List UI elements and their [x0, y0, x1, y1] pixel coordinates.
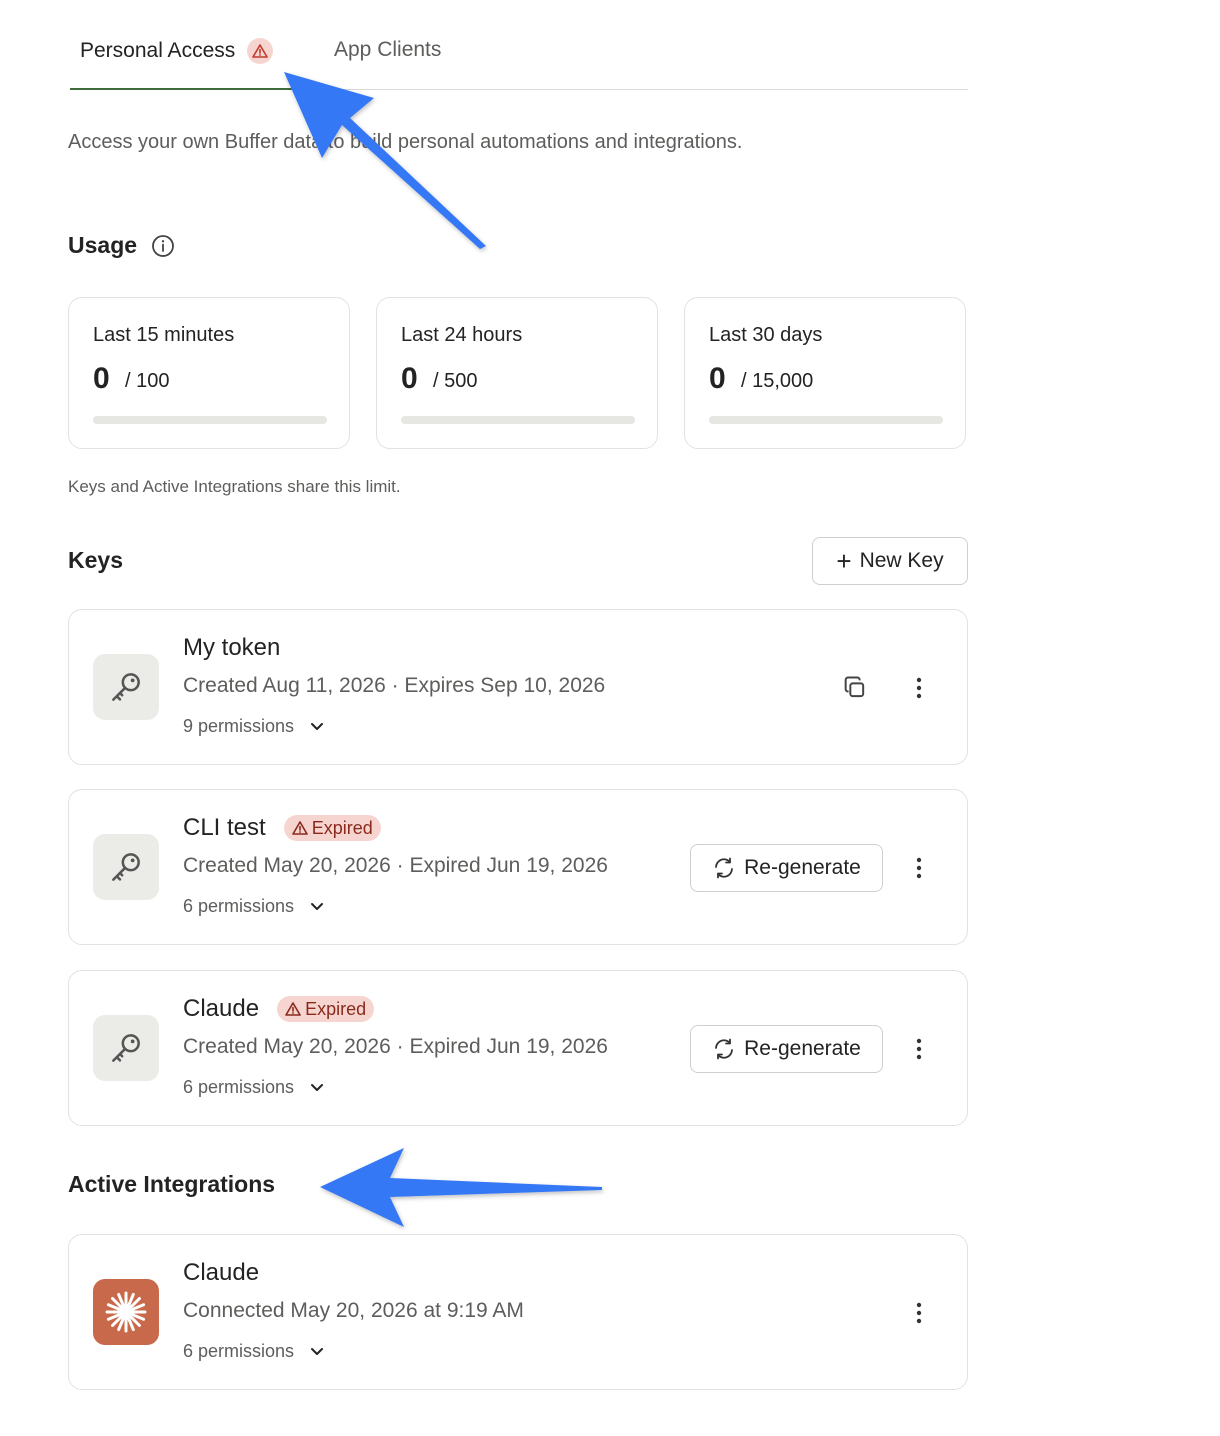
integration-name: Claude [183, 1259, 260, 1286]
usage-card-24h: Last 24 hours 0 / 500 [376, 297, 658, 449]
regenerate-label: Re-generate [744, 856, 861, 879]
annotation-arrow-left [320, 1148, 602, 1227]
expired-badge: Expired [283, 815, 381, 841]
usage-heading: Usage [68, 232, 175, 259]
plus-icon: + [836, 546, 852, 576]
usage-card-15min: Last 15 minutes 0 / 100 [68, 297, 350, 449]
chevron-down-icon [310, 1347, 324, 1357]
usage-limit: / 500 [433, 370, 478, 392]
more-options-icon[interactable] [905, 854, 933, 882]
permissions-toggle[interactable]: 6 permissions [183, 1077, 324, 1098]
expired-badge: Expired [277, 996, 375, 1022]
usage-used: 0 [709, 362, 726, 395]
key-name: CLI test [183, 814, 266, 841]
permissions-toggle[interactable]: 6 permissions [183, 1341, 324, 1362]
key-dates: Created Aug 11, 2026 · Expires Sep 10, 2… [183, 674, 606, 697]
warning-triangle-icon [291, 821, 308, 835]
usage-limit: / 100 [125, 370, 170, 392]
key-icon [93, 834, 159, 900]
key-icon [93, 654, 159, 720]
usage-limit: / 15,000 [741, 370, 814, 392]
usage-label: Last 24 hours [401, 324, 523, 346]
chevron-down-icon [310, 902, 324, 912]
usage-progress-bar [709, 416, 943, 424]
regenerate-button[interactable]: Re-generate [690, 1025, 883, 1073]
regenerate-label: Re-generate [744, 1037, 861, 1060]
usage-title: Usage [68, 232, 138, 258]
tab-bar: Personal Access App Clients [70, 0, 968, 90]
key-name: Claude [183, 995, 260, 1022]
integration-connected-date: Connected May 20, 2026 at 9:19 AM [183, 1299, 524, 1322]
key-name-row: CLI test Expired [183, 814, 381, 842]
more-options-icon[interactable] [905, 1035, 933, 1063]
new-key-button[interactable]: + New Key [812, 537, 968, 585]
usage-note: Keys and Active Integrations share this … [68, 477, 401, 496]
warning-triangle-icon [247, 38, 274, 64]
active-integrations-title: Active Integrations [68, 1171, 276, 1197]
key-card-cli-test: CLI test Expired Created May 20, 2026 · … [68, 789, 968, 945]
permissions-count: 6 permissions [183, 1341, 295, 1361]
permissions-count: 9 permissions [183, 716, 295, 736]
info-icon[interactable] [151, 234, 175, 258]
integration-card-claude: Claude Connected May 20, 2026 at 9:19 AM… [68, 1234, 968, 1390]
usage-progress-bar [93, 416, 327, 424]
tab-label: Personal Access [80, 39, 236, 62]
keys-title: Keys [68, 547, 123, 573]
tab-label: App Clients [334, 38, 442, 61]
regenerate-button[interactable]: Re-generate [690, 844, 883, 892]
warning-triangle-icon [285, 1002, 301, 1016]
page-description: Access your own Buffer data to build per… [68, 131, 743, 153]
more-options-icon[interactable] [905, 1299, 933, 1327]
permissions-count: 6 permissions [183, 896, 295, 916]
usage-label: Last 30 days [709, 324, 823, 346]
claude-logo-icon [93, 1279, 159, 1345]
usage-used: 0 [93, 362, 110, 395]
refresh-icon [715, 1038, 734, 1060]
refresh-icon [715, 857, 734, 879]
annotation-arrow-up [284, 72, 486, 249]
chevron-down-icon [310, 722, 324, 732]
badge-label: Expired [311, 817, 373, 838]
key-card-my-token: My token Created Aug 11, 2026 · Expires … [68, 609, 968, 765]
permissions-toggle[interactable]: 9 permissions [183, 716, 324, 737]
chevron-down-icon [310, 1083, 324, 1093]
key-icon [93, 1015, 159, 1081]
tab-personal-access[interactable]: Personal Access [80, 38, 274, 64]
new-key-label: New Key [859, 549, 944, 572]
key-card-claude: Claude Expired Created May 20, 2026 · Ex… [68, 970, 968, 1126]
key-dates: Created May 20, 2026 · Expired Jun 19, 2… [183, 854, 608, 877]
tab-app-clients[interactable]: App Clients [334, 38, 441, 62]
usage-progress-bar [401, 416, 635, 424]
more-options-icon[interactable] [905, 674, 933, 702]
usage-label: Last 15 minutes [93, 324, 235, 346]
badge-label: Expired [305, 998, 367, 1019]
usage-used: 0 [401, 362, 418, 395]
key-dates: Created May 20, 2026 · Expired Jun 19, 2… [183, 1035, 608, 1058]
key-name: My token [183, 634, 281, 661]
copy-icon[interactable] [841, 674, 869, 707]
permissions-toggle[interactable]: 6 permissions [183, 896, 324, 917]
key-name-row: Claude Expired [183, 995, 375, 1023]
permissions-count: 6 permissions [183, 1077, 295, 1097]
active-tab-indicator [70, 88, 306, 90]
usage-card-30d: Last 30 days 0 / 15,000 [684, 297, 966, 449]
